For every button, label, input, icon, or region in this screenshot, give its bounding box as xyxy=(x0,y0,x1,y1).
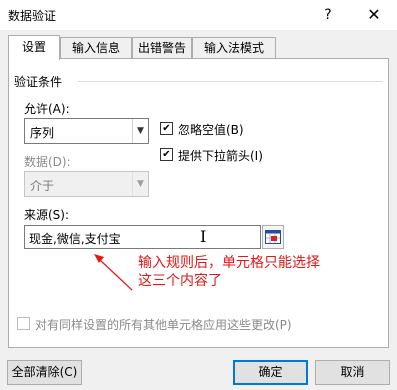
tab-settings[interactable]: 设置 xyxy=(8,35,60,60)
apply-all-label: 对有同样设置的所有其他单元格应用这些更改(P) xyxy=(35,318,292,332)
ok-button[interactable]: 确定 xyxy=(233,360,308,385)
clear-all-button[interactable]: 全部清除(C) xyxy=(7,360,82,385)
cancel-button[interactable]: 取消 xyxy=(315,360,390,385)
annotation-line-2: 这三个内容了 xyxy=(138,273,222,289)
annotation-line-1: 输入规则后，单元格只能选择 xyxy=(138,255,320,271)
annotation-text: 输入规则后，单元格只能选择 这三个内容了 xyxy=(138,254,320,290)
apply-all-checkbox xyxy=(17,317,30,330)
